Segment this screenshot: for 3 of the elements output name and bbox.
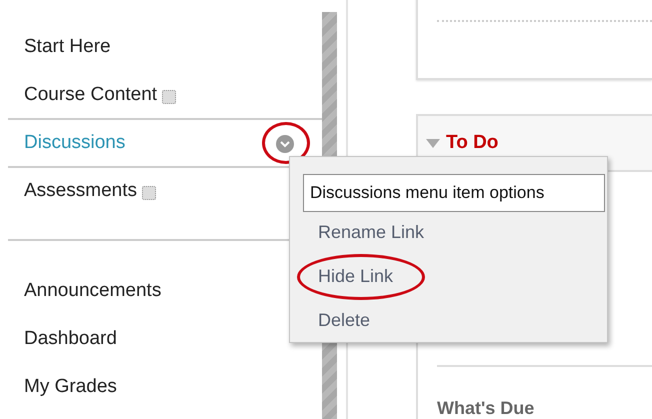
panel-title: To Do (446, 130, 498, 155)
menu-title: Discussions menu item options (303, 174, 605, 212)
section-heading: What's Due (437, 397, 536, 419)
